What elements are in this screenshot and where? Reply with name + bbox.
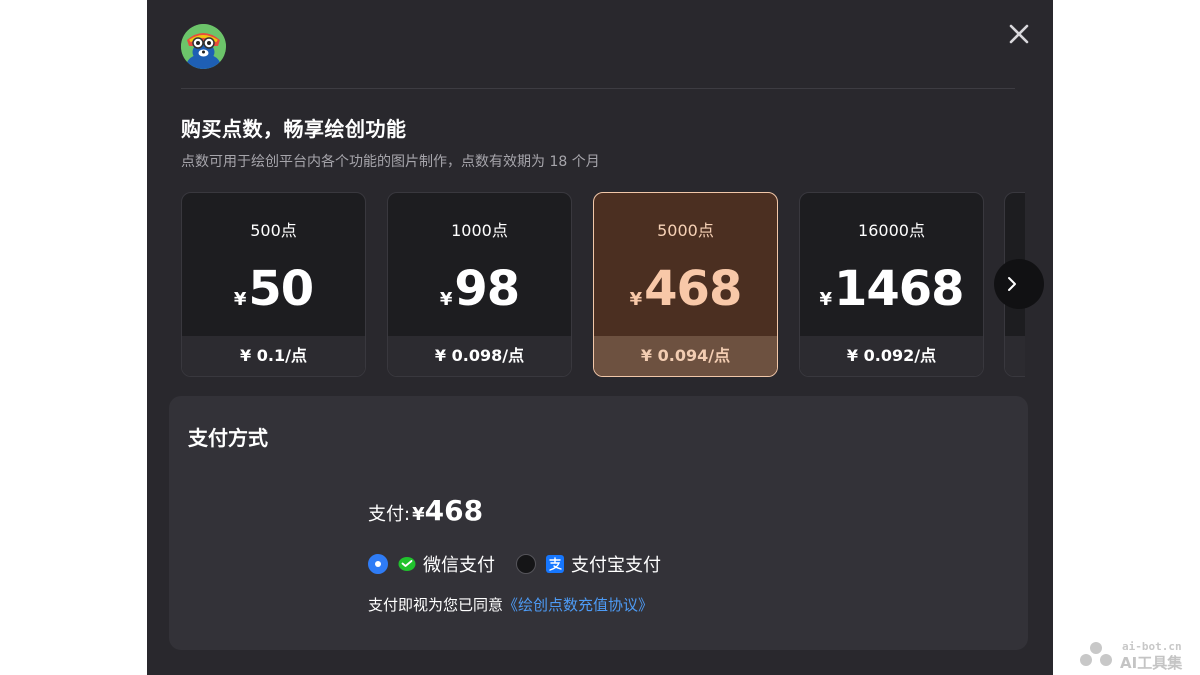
pack-unit-price: ¥ 0.1/点: [182, 336, 365, 376]
pack-price: ¥1468: [800, 261, 983, 317]
pack-price: ¥468: [594, 261, 777, 317]
pack-unit-price-partial: [1005, 336, 1025, 376]
wechat-pay-radio[interactable]: [368, 554, 388, 574]
watermark-name: AI工具集: [1120, 654, 1183, 672]
payment-amount-label: 支付:: [368, 504, 411, 525]
alipay-icon: [546, 555, 564, 573]
dialog-title: 购买点数，畅享绘创功能: [181, 117, 407, 141]
pack-card-5000[interactable]: 5000点 ¥468 ¥ 0.094/点: [593, 192, 778, 377]
currency-symbol: ¥: [412, 504, 425, 525]
payment-methods: 微信支付 支付宝支付: [368, 552, 661, 576]
pack-price: ¥98: [388, 261, 571, 317]
agreement-text: 支付即视为您已同意: [368, 596, 504, 614]
agreement-notice: 支付即视为您已同意《绘创点数充值协议》: [368, 594, 653, 615]
pack-price-value: 468: [644, 261, 742, 317]
close-button[interactable]: [1005, 20, 1033, 48]
pack-unit-price: ¥ 0.094/点: [594, 336, 777, 376]
points-pack-list: 500点 ¥50 ¥ 0.1/点 1000点 ¥98 ¥ 0.098/点 500…: [181, 192, 1025, 378]
currency-symbol: ¥: [439, 289, 453, 310]
alipay-radio[interactable]: [516, 554, 536, 574]
pack-points: 500点: [250, 221, 297, 240]
pack-price-value: 50: [248, 261, 314, 317]
pack-unit-price: ¥ 0.092/点: [800, 336, 983, 376]
pack-price-value: 1468: [833, 261, 965, 317]
watermark: ai-bot.cn AI工具集: [1078, 640, 1193, 672]
pack-points: 5000点: [657, 221, 714, 240]
close-icon: [1009, 24, 1029, 44]
alipay-option[interactable]: 支付宝支付: [516, 551, 661, 577]
pack-card-1000[interactable]: 1000点 ¥98 ¥ 0.098/点: [387, 192, 572, 377]
payment-panel: 支付方式 支付: ¥468 微信支付 支付宝支付 支付即视为您已同意《绘创点数充…: [169, 396, 1028, 650]
payment-amount-value: 468: [424, 494, 484, 527]
currency-symbol: ¥: [819, 289, 832, 310]
pack-card-16000[interactable]: 16000点 ¥1468 ¥ 0.092/点: [799, 192, 984, 377]
currency-symbol: ¥: [629, 289, 643, 310]
agreement-link[interactable]: 《绘创点数充值协议》: [503, 596, 653, 614]
pack-points: 16000点: [858, 221, 925, 240]
wechat-pay-icon: [398, 557, 416, 571]
user-avatar[interactable]: [181, 24, 226, 69]
alipay-label: 支付宝支付: [571, 555, 661, 576]
bear-avatar-icon: [181, 24, 226, 69]
wechat-pay-option[interactable]: 微信支付: [368, 551, 495, 577]
pack-price: ¥50: [182, 261, 365, 317]
payment-amount: 支付: ¥468: [368, 494, 483, 527]
dialog-subtitle: 点数可用于绘创平台内各个功能的图片制作，点数有效期为 18 个月: [181, 154, 600, 170]
wechat-pay-label: 微信支付: [423, 555, 495, 576]
currency-symbol: ¥: [233, 289, 247, 310]
pack-unit-price: ¥ 0.098/点: [388, 336, 571, 376]
next-packs-button[interactable]: [994, 259, 1044, 309]
pack-card-500[interactable]: 500点 ¥50 ¥ 0.1/点: [181, 192, 366, 377]
payment-title: 支付方式: [188, 426, 268, 450]
header-divider: [181, 88, 1015, 89]
purchase-points-dialog: 购买点数，畅享绘创功能 点数可用于绘创平台内各个功能的图片制作，点数有效期为 1…: [147, 0, 1053, 675]
pack-price-value: 98: [454, 261, 520, 317]
chevron-right-icon: [1008, 277, 1016, 291]
pack-points: 1000点: [451, 221, 508, 240]
ai-bot-logo-icon: [1080, 642, 1112, 666]
